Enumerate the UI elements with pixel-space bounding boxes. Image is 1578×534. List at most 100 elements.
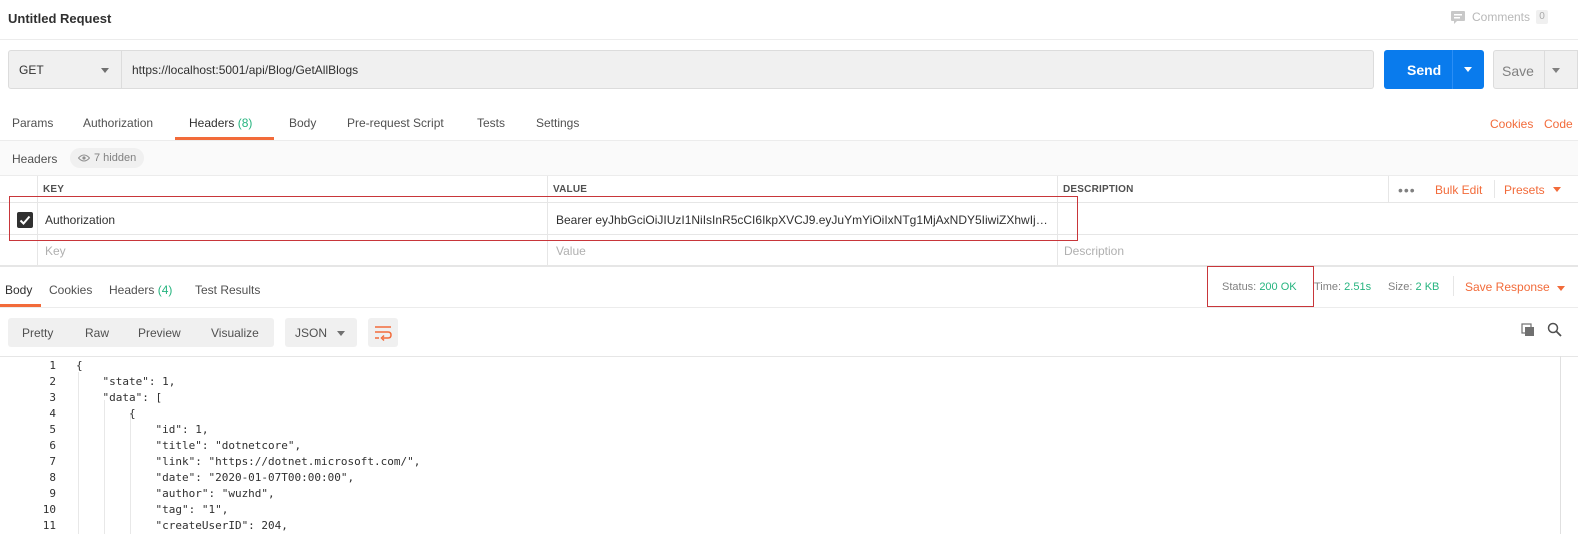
wrap-lines-icon [375,326,392,342]
view-visualize-button[interactable]: Visualize [211,326,259,340]
send-options-chevron-icon[interactable] [1464,67,1472,72]
save-options-chevron-icon[interactable] [1552,68,1560,73]
save-label: Save [1502,63,1534,79]
code-line: "tag": "1", [76,503,229,516]
more-options-icon[interactable]: ••• [1398,182,1416,198]
request-title[interactable]: Untitled Request [8,11,111,26]
line-number: 3 [49,391,56,404]
send-divider [1452,50,1453,89]
presets-chevron-icon[interactable] [1553,187,1561,192]
line-number: 4 [49,407,56,420]
comments-count-badge: 0 [1536,10,1549,24]
chevron-down-icon [337,331,345,336]
code-line: "createUserID": 204, [76,519,288,532]
code-line: "title": "dotnetcore", [76,439,302,452]
tab-response-headers-label: Headers [109,283,155,297]
method-value: GET [19,63,44,77]
line-number: 9 [49,487,56,500]
tab-response-headers-count: (4) [157,283,173,297]
column-value: VALUE [553,184,588,195]
size-label: Size: [1388,281,1413,293]
eye-icon [78,154,90,162]
tab-headers[interactable]: Headers (8) [189,116,252,130]
send-label: Send [1407,62,1442,78]
column-key: KEY [43,184,65,195]
editor-scrollbar[interactable] [1560,356,1561,534]
url-input[interactable]: https://localhost:5001/api/Blog/GetAllBl… [122,50,1374,89]
hidden-headers-count: 7 hidden [94,152,137,164]
code-link[interactable]: Code [1544,117,1573,131]
copy-icon[interactable] [1521,323,1535,340]
view-raw-button[interactable]: Raw [85,326,109,340]
bulk-edit-link[interactable]: Bulk Edit [1435,183,1482,197]
response-view-group: Pretty Raw Preview Visualize [8,318,274,347]
view-preview-button[interactable]: Preview [138,326,181,340]
comments-label: Comments [1472,10,1531,24]
code-line: "date": "2020-01-07T00:00:00", [76,471,355,484]
divider [1453,276,1454,296]
line-number: 6 [49,439,56,452]
annotation-highlight-box [1207,266,1314,307]
format-select[interactable]: JSON [285,318,357,347]
time-readout: Time: 2.51s [1314,281,1371,293]
time-label: Time: [1314,281,1342,293]
cookies-link[interactable]: Cookies [1490,117,1533,131]
comments-button[interactable]: Comments 0 [1450,10,1549,24]
code-line: "state": 1, [76,375,176,388]
save-divider [1544,51,1545,88]
new-description-input[interactable]: Description [1064,244,1124,258]
size-readout: Size: 2 KB [1388,281,1439,293]
code-line: "link": "https://dotnet.microsoft.com/", [76,455,421,468]
line-number: 11 [42,519,56,532]
tab-tests[interactable]: Tests [477,116,505,130]
wrap-lines-button[interactable] [368,318,398,347]
tab-response-headers[interactable]: Headers (4) [109,283,172,297]
tab-body[interactable]: Body [289,116,316,130]
search-icon[interactable] [1547,322,1562,340]
request-tabs: Params Authorization Headers (8) Body Pr… [0,104,1578,141]
code-line: "id": 1, [76,423,209,436]
line-number: 8 [49,471,56,484]
format-value: JSON [295,326,328,340]
hidden-headers-toggle[interactable]: 7 hidden [70,148,145,168]
line-number: 5 [49,423,56,436]
tab-params[interactable]: Params [12,116,53,130]
response-body-editor[interactable]: 1 2 3 4 5 6 7 8 9 10 11 { "state": 1, "d… [0,356,1578,534]
code-line: { [76,359,83,372]
column-description: DESCRIPTION [1063,184,1134,195]
save-button[interactable]: Save [1493,50,1578,89]
save-response-chevron-icon[interactable] [1557,286,1565,291]
title-bar: Untitled Request Comments 0 [0,0,1578,40]
size-value[interactable]: 2 KB [1416,281,1440,293]
editor-border [0,356,1578,357]
presets-link[interactable]: Presets [1504,183,1545,197]
tab-headers-label: Headers [189,116,235,130]
tab-headers-count: (8) [237,116,253,130]
code-line: "data": [ [76,391,163,404]
tab-response-cookies[interactable]: Cookies [49,283,92,297]
active-response-tab-indicator [0,304,41,307]
divider [1494,180,1495,198]
code-line: "author": "wuzhd", [76,487,275,500]
tab-settings[interactable]: Settings [536,116,579,130]
tab-response-body[interactable]: Body [5,283,32,297]
headers-label: Headers [12,152,58,166]
view-pretty-button[interactable]: Pretty [22,326,53,340]
chevron-down-icon [101,68,109,73]
new-key-input[interactable]: Key [45,244,66,258]
line-number: 10 [42,503,56,516]
code-line: { [76,407,136,420]
tab-test-results[interactable]: Test Results [195,283,260,297]
active-tab-indicator [175,137,274,140]
comment-icon [1451,11,1465,24]
tab-prerequest-script[interactable]: Pre-request Script [347,116,444,130]
method-select[interactable]: GET [8,50,122,89]
column-divider [1388,176,1389,203]
line-number: 7 [49,455,56,468]
tab-authorization[interactable]: Authorization [83,116,153,130]
time-value[interactable]: 2.51s [1344,281,1371,293]
save-response-button[interactable]: Save Response [1465,280,1550,294]
line-number: 2 [49,375,56,388]
send-button[interactable]: Send [1384,50,1484,89]
new-value-input[interactable]: Value [556,244,586,258]
